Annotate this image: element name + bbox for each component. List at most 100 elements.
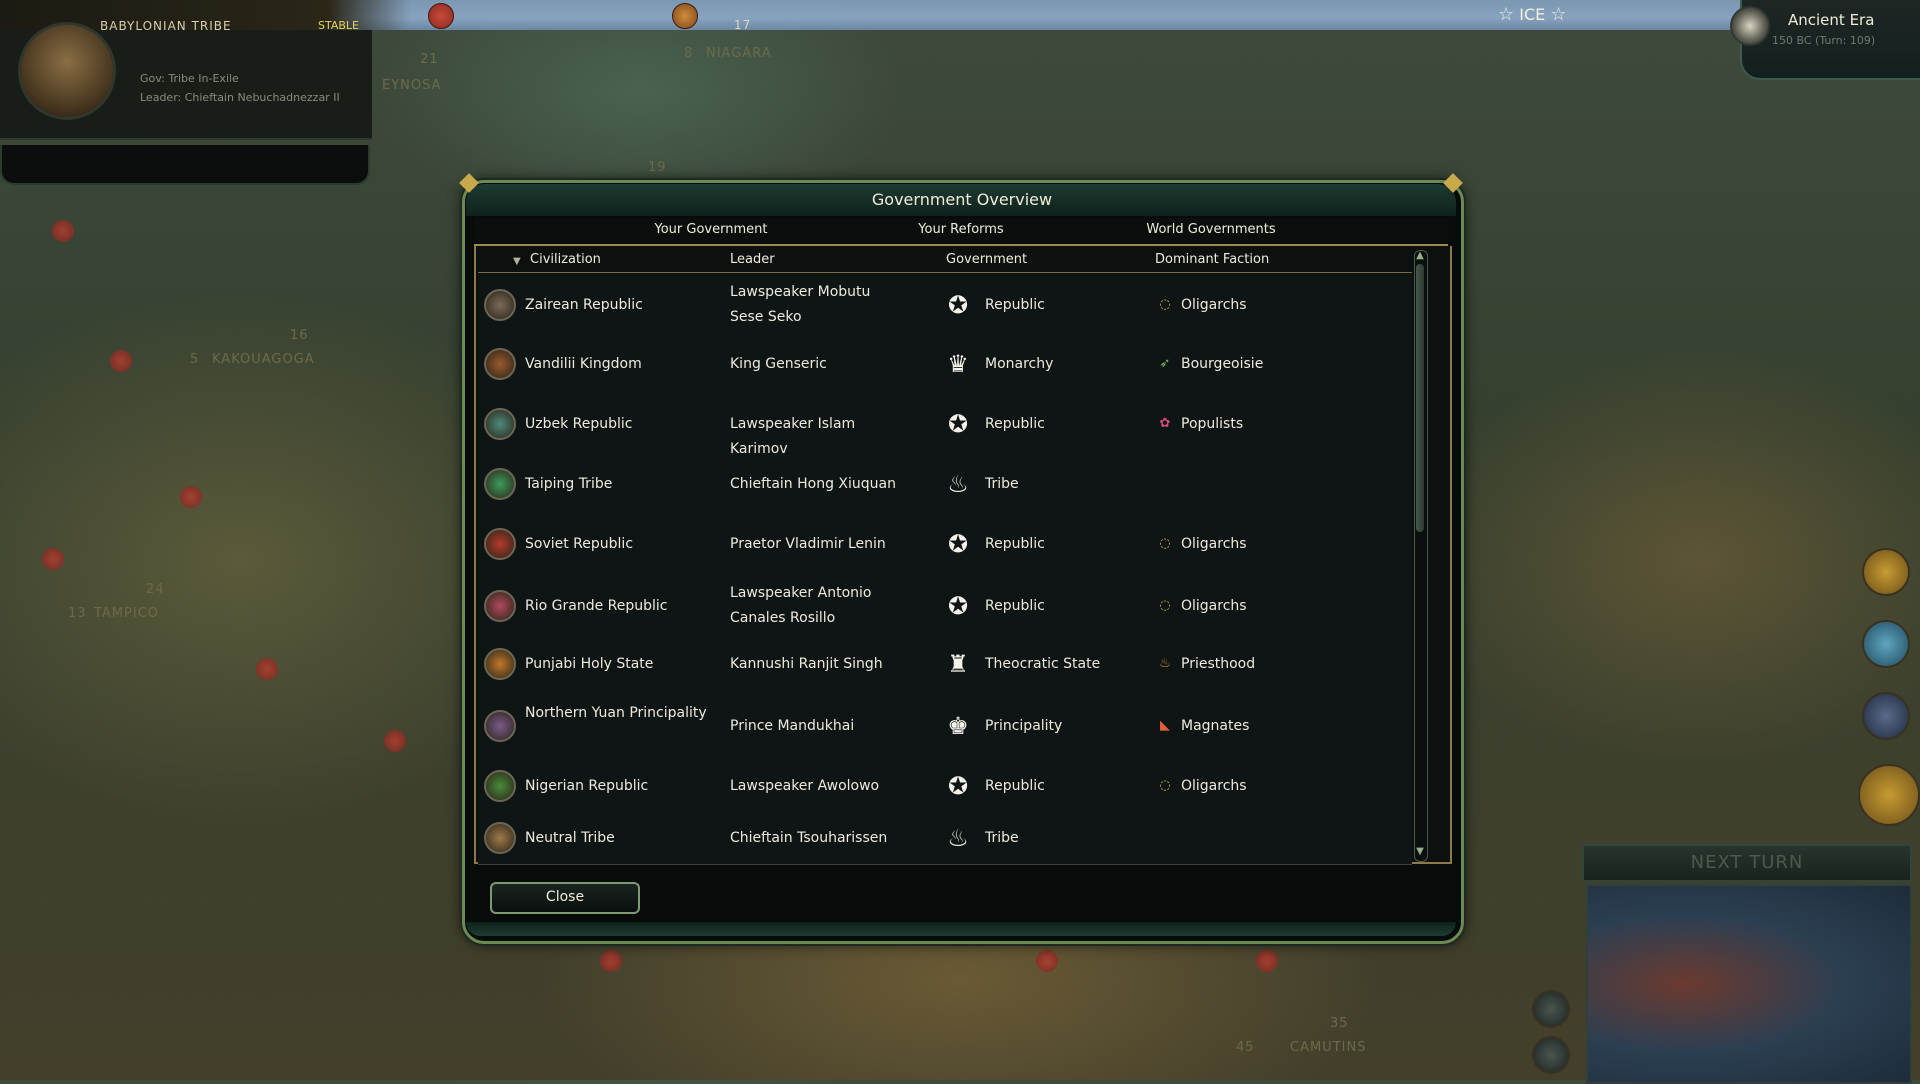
wing-icon: ➶ <box>1159 356 1171 371</box>
era-title: Ancient Era <box>1788 11 1875 29</box>
flower-icon: ✿ <box>1159 416 1171 431</box>
government-cell: Republic <box>985 777 1045 794</box>
era-icon[interactable] <box>1730 6 1770 46</box>
tab-your-government[interactable]: Your Government <box>586 222 836 237</box>
civ-name-cell: Punjabi Holy State <box>525 655 654 672</box>
strategic-view-button[interactable] <box>1532 1036 1570 1074</box>
unit-marker[interactable] <box>256 658 278 680</box>
leader-portrait[interactable] <box>18 22 116 120</box>
civ-emblem-icon <box>484 468 516 500</box>
faction-cell: Priesthood <box>1181 655 1256 672</box>
faction-cell: Populists <box>1181 415 1244 432</box>
government-cell: Republic <box>985 597 1045 614</box>
unit-marker[interactable] <box>1036 950 1058 972</box>
advisor-button[interactable] <box>1862 548 1910 596</box>
civ-emblem-icon <box>484 648 516 680</box>
unit-marker[interactable] <box>110 350 132 372</box>
civ-name-cell: Taiping Tribe <box>525 475 613 492</box>
faction-cell: Oligarchs <box>1181 777 1247 794</box>
dialog-title: Government Overview <box>871 190 1053 209</box>
civ-emblem-icon <box>484 528 516 560</box>
column-header-dominant-faction[interactable]: Dominant Faction <box>1155 252 1269 267</box>
civ-info-subpanel <box>0 145 370 185</box>
unit-marker[interactable] <box>180 486 202 508</box>
dialog-bottom-band <box>466 922 1456 936</box>
government-cell: Monarchy <box>985 355 1054 372</box>
leader-cell: Lawspeaker Mobutu Sese Seko <box>730 284 871 325</box>
unit-marker[interactable] <box>600 950 622 972</box>
civ-emblem-icon <box>484 822 516 854</box>
unit-marker[interactable] <box>1256 950 1278 972</box>
star-icon: ☆ <box>1498 4 1515 25</box>
laurel-wreath-icon: ✪ <box>947 410 969 438</box>
map-options-button[interactable] <box>1532 990 1570 1028</box>
diplomacy-button[interactable] <box>1862 620 1910 668</box>
civ-name-cell: Neutral Tribe <box>525 829 615 846</box>
civ-name-cell: Zairean Republic <box>525 296 643 313</box>
flame-icon: ♨ <box>1159 656 1171 671</box>
campfire-icon: ♨ <box>947 824 969 852</box>
city-label[interactable]: CAMUTINS <box>1290 1040 1366 1055</box>
scroll-down-arrow-icon[interactable]: ▼ <box>1412 846 1428 858</box>
civ-name-cell: Vandilii Kingdom <box>525 355 642 372</box>
city-size-label: 5 <box>190 352 200 367</box>
faction-cell: Magnates <box>1181 717 1250 734</box>
column-header-leader[interactable]: Leader <box>730 252 775 267</box>
civ-emblem-icon <box>484 289 516 321</box>
faction-cell: Oligarchs <box>1181 535 1247 552</box>
civ-emblem-icon <box>484 408 516 440</box>
coronet-icon: ♚ <box>947 712 969 740</box>
leader-cell: Prince Mandukhai <box>730 717 855 734</box>
next-turn-button[interactable]: NEXT TURN <box>1582 844 1912 882</box>
close-button[interactable]: Close <box>490 882 640 914</box>
civ-name-cell: Uzbek Republic <box>525 415 633 432</box>
map-number: 17 <box>734 18 752 32</box>
leader-cell: Kannushi Ranjit Singh <box>730 655 883 672</box>
leader-cell: Lawspeaker Antonio Canales Rosillo <box>730 585 872 626</box>
civ-name-cell: Northern Yuan Principality <box>525 705 707 721</box>
government-cell: Republic <box>985 296 1045 313</box>
combat-icon[interactable] <box>428 3 454 29</box>
crown-icon: ♛ <box>947 350 969 378</box>
map-number: 19 <box>648 160 667 175</box>
unit-marker[interactable] <box>52 220 74 242</box>
scroll-up-arrow-icon[interactable]: ▲ <box>1412 250 1428 262</box>
city-label[interactable]: TAMPICO <box>94 606 159 621</box>
tab-world-governments[interactable]: World Governments <box>1086 222 1336 237</box>
header-divider <box>478 272 1412 273</box>
laurel-wreath-icon: ✪ <box>947 592 969 620</box>
city-size-label: 13 <box>68 606 87 621</box>
faction-cell: Oligarchs <box>1181 296 1247 313</box>
leader-cell: Praetor Vladimir Lenin <box>730 535 886 552</box>
civ-emblem-icon <box>484 348 516 380</box>
tab-your-reforms[interactable]: Your Reforms <box>836 222 1086 237</box>
civ-name-cell: Soviet Republic <box>525 535 634 552</box>
government-cell: Tribe <box>985 829 1019 846</box>
column-header-civilization[interactable]: Civilization <box>530 252 601 267</box>
ring-icon: ◌ <box>1159 598 1171 613</box>
map-number: 16 <box>290 328 309 343</box>
column-header-government[interactable]: Government <box>946 252 1027 267</box>
culture-button[interactable] <box>1862 692 1910 740</box>
civ-name-cell: Rio Grande Republic <box>525 597 668 614</box>
government-cell: Tribe <box>985 475 1019 492</box>
city-label[interactable]: NIAGARA <box>706 46 772 61</box>
sort-descending-icon[interactable]: ▼ <box>513 256 521 267</box>
gov-line: Gov: Tribe In-Exile <box>140 72 239 85</box>
government-cell: Republic <box>985 535 1045 552</box>
civ-emblem-icon <box>484 590 516 622</box>
city-label[interactable]: KAKOUAGOGA <box>212 352 315 367</box>
unit-marker[interactable] <box>42 548 64 570</box>
scrollbar-thumb[interactable] <box>1416 264 1424 532</box>
government-button[interactable] <box>1858 764 1920 826</box>
faction-cell: Oligarchs <box>1181 597 1247 614</box>
unit-marker[interactable] <box>384 730 406 752</box>
leader-line: Leader: Chieftain Nebuchadnezzar II <box>140 91 340 104</box>
ice-indicator: ☆ ICE ☆ <box>1498 4 1566 25</box>
laurel-wreath-icon: ✪ <box>947 772 969 800</box>
city-label[interactable]: EYNOSA <box>382 78 442 93</box>
minimap[interactable] <box>1586 884 1912 1084</box>
civ-emblem-icon <box>484 710 516 742</box>
laurel-wreath-icon: ✪ <box>947 291 969 319</box>
unit-icon[interactable] <box>672 3 698 29</box>
